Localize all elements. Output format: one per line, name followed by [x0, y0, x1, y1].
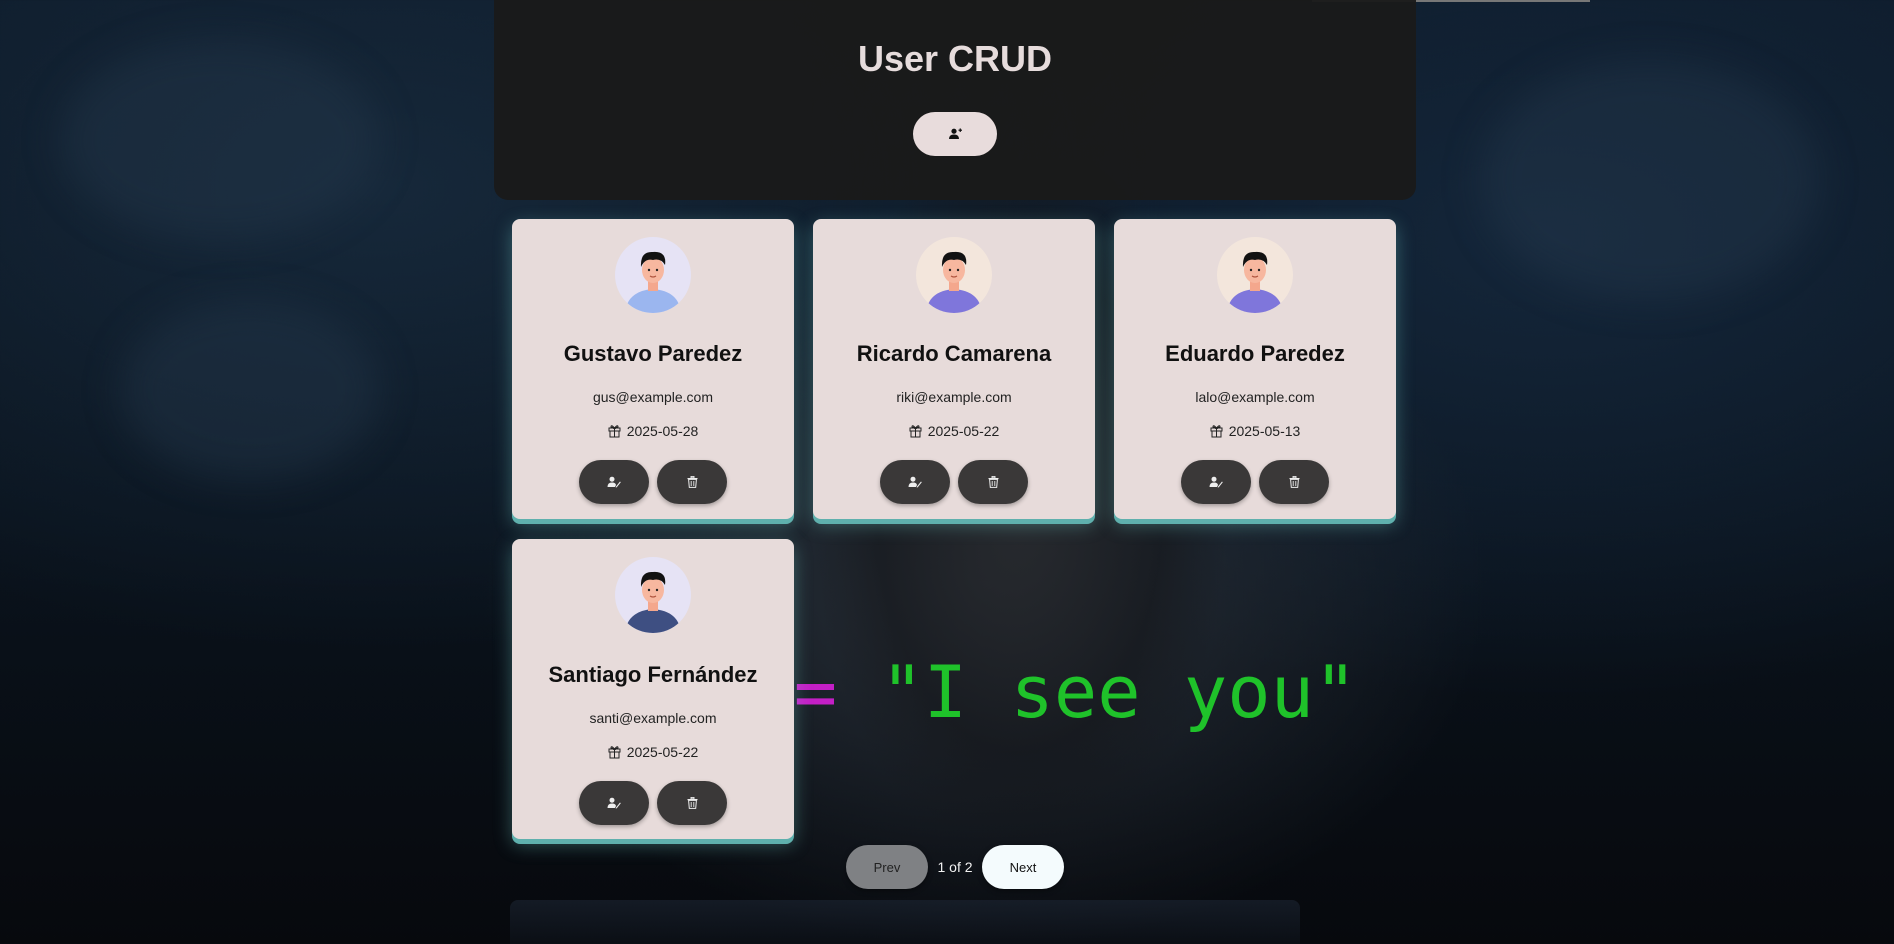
page-indicator: 1 of 2 [937, 859, 973, 875]
delete-user-button[interactable] [657, 781, 727, 825]
gift-icon [909, 425, 922, 438]
user-email: lalo@example.com [1195, 389, 1315, 405]
background-map-shape [120, 300, 380, 480]
user-email: santi@example.com [589, 710, 717, 726]
pagination: Prev 1 of 2 Next [0, 845, 1894, 889]
birthdate-text: 2025-05-13 [1228, 423, 1301, 439]
delete-user-button[interactable] [958, 460, 1028, 504]
avatar [615, 557, 691, 633]
user-card: Ricardo Camarena riki@example.com 2025-0… [813, 219, 1095, 519]
edit-user-icon [908, 476, 922, 488]
user-card: Gustavo Paredez gus@example.com 2025-05-… [512, 219, 794, 519]
user-card: Santiago Fernández santi@example.com 202… [512, 539, 794, 839]
gift-icon [608, 746, 621, 759]
add-user-button[interactable] [913, 112, 997, 156]
trash-icon [687, 476, 697, 488]
delete-user-button[interactable] [657, 460, 727, 504]
user-name: Eduardo Paredez [1165, 341, 1345, 366]
gift-icon [1210, 425, 1223, 438]
user-email: gus@example.com [592, 389, 714, 405]
person-illustration-icon [926, 251, 982, 313]
avatar [916, 237, 992, 313]
user-birthdate: 2025-05-22 [813, 423, 1095, 439]
user-name: Gustavo Paredez [563, 341, 743, 366]
next-page-button[interactable]: Next [982, 845, 1064, 889]
edit-user-icon [607, 797, 621, 809]
person-illustration-icon [625, 251, 681, 313]
avatar [1217, 237, 1293, 313]
background-map-shape [60, 40, 380, 240]
code-operator: = [793, 650, 838, 734]
birthdate-text: 2025-05-28 [626, 423, 699, 439]
user-email: riki@example.com [896, 389, 1012, 405]
page-title: User CRUD [857, 38, 1053, 79]
avatar [615, 237, 691, 313]
edit-user-button[interactable] [1181, 460, 1251, 504]
edit-user-button[interactable] [579, 460, 649, 504]
delete-user-button[interactable] [1259, 460, 1329, 504]
header-panel: User CRUD [494, 0, 1416, 200]
background-keyboard [510, 900, 1300, 944]
person-illustration-icon [625, 571, 681, 633]
birthdate-text: 2025-05-22 [927, 423, 1000, 439]
code-string: "I see you" [837, 650, 1358, 734]
edit-user-icon [607, 476, 621, 488]
user-name: Santiago Fernández [548, 662, 758, 687]
birthdate-text: 2025-05-22 [626, 744, 699, 760]
user-card: Eduardo Paredez lalo@example.com 2025-05… [1114, 219, 1396, 519]
gift-icon [608, 425, 621, 438]
prev-page-button[interactable]: Prev [846, 845, 928, 889]
edit-user-button[interactable] [880, 460, 950, 504]
user-birthdate: 2025-05-28 [512, 423, 794, 439]
background-map-shape [1480, 60, 1820, 300]
edit-user-icon [1209, 476, 1223, 488]
edit-user-button[interactable] [579, 781, 649, 825]
trash-icon [1289, 476, 1299, 488]
person-illustration-icon [1227, 251, 1283, 313]
user-birthdate: 2025-05-22 [512, 744, 794, 760]
user-birthdate: 2025-05-13 [1114, 423, 1396, 439]
add-user-icon [949, 128, 962, 139]
user-name: Ricardo Camarena [856, 341, 1052, 366]
trash-icon [988, 476, 998, 488]
trash-icon [687, 797, 697, 809]
